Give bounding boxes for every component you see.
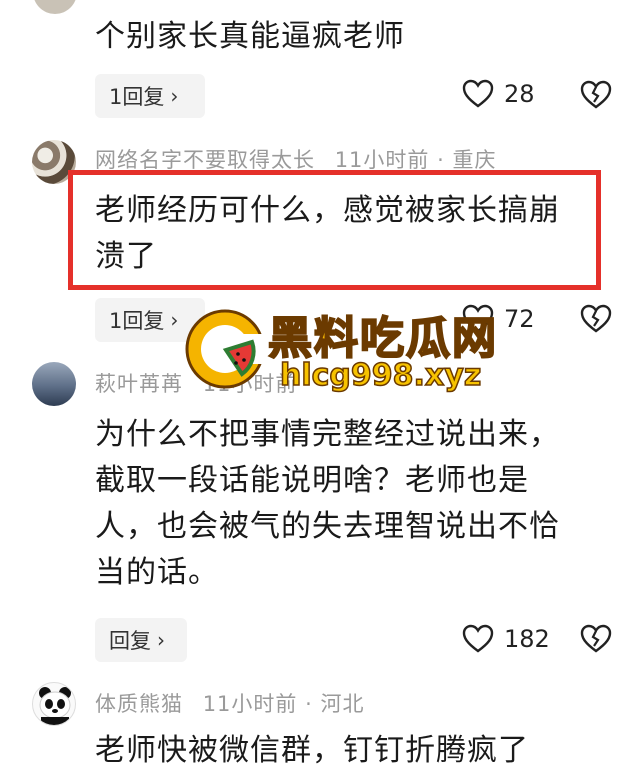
dislike-button[interactable] bbox=[580, 304, 612, 338]
broken-heart-icon bbox=[580, 80, 612, 109]
username[interactable]: 网络名字不要取得太长 bbox=[95, 148, 315, 172]
reply-label: 回复 bbox=[109, 629, 151, 653]
comment-line: 人，也会被气的失去理智说出不恰 bbox=[95, 509, 560, 544]
avatar[interactable] bbox=[32, 682, 76, 726]
location: 河北 bbox=[320, 692, 365, 716]
chevron-right-icon: › bbox=[170, 84, 179, 108]
watermark: 黑料吃瓜网 hlcg998.xyz bbox=[182, 300, 512, 400]
like-button[interactable]: 182 bbox=[462, 624, 550, 654]
avatar[interactable] bbox=[33, 0, 77, 14]
heart-outline-icon bbox=[462, 79, 494, 108]
comment-text: 老师快被微信群，钉钉折腾疯了 bbox=[95, 733, 529, 768]
highlight-box bbox=[68, 170, 601, 290]
broken-heart-icon bbox=[580, 624, 612, 653]
meta-separator: · bbox=[437, 148, 445, 172]
comment-line: 当的话。 bbox=[95, 555, 219, 590]
comment-line: 截取一段话能说明啥？老师也是 bbox=[95, 463, 529, 498]
watermark-title: 黑料吃瓜网 bbox=[267, 312, 498, 365]
timestamp: 11小时前 bbox=[334, 148, 430, 172]
watermelon-logo-icon bbox=[185, 309, 268, 389]
like-button[interactable]: 28 bbox=[462, 79, 535, 109]
dislike-button[interactable] bbox=[580, 624, 612, 658]
username[interactable]: 体质熊猫 bbox=[95, 692, 183, 716]
comment-text: 为什么不把事情完整经过说出来， 截取一段话能说明啥？老师也是 人，也会被气的失去… bbox=[95, 412, 560, 596]
comment-line: 为什么不把事情完整经过说出来， bbox=[95, 417, 560, 452]
heart-outline-icon bbox=[462, 624, 494, 653]
comment-meta: 体质熊猫 11小时前 · 河北 bbox=[95, 688, 364, 718]
panda-icon bbox=[39, 687, 71, 725]
dislike-button[interactable] bbox=[580, 80, 612, 114]
avatar[interactable] bbox=[32, 362, 76, 406]
reply-button[interactable]: 1回复 › bbox=[95, 74, 205, 118]
chevron-right-icon: › bbox=[170, 308, 179, 332]
broken-heart-icon bbox=[580, 304, 612, 333]
chevron-right-icon: › bbox=[157, 628, 165, 652]
watermark-url: hlcg998.xyz bbox=[279, 357, 482, 394]
reply-label: 1回复 bbox=[109, 309, 165, 333]
like-count: 182 bbox=[504, 625, 550, 653]
reply-label: 1回复 bbox=[109, 85, 165, 109]
reply-button[interactable]: 回复 › bbox=[95, 618, 187, 662]
meta-separator: · bbox=[305, 692, 313, 716]
like-count: 28 bbox=[504, 80, 535, 108]
comment-text: 个别家长真能逼疯老师 bbox=[95, 19, 405, 54]
timestamp: 11小时前 bbox=[202, 692, 298, 716]
username[interactable]: 萩叶苒苒 bbox=[95, 372, 183, 396]
location: 重庆 bbox=[452, 148, 497, 172]
